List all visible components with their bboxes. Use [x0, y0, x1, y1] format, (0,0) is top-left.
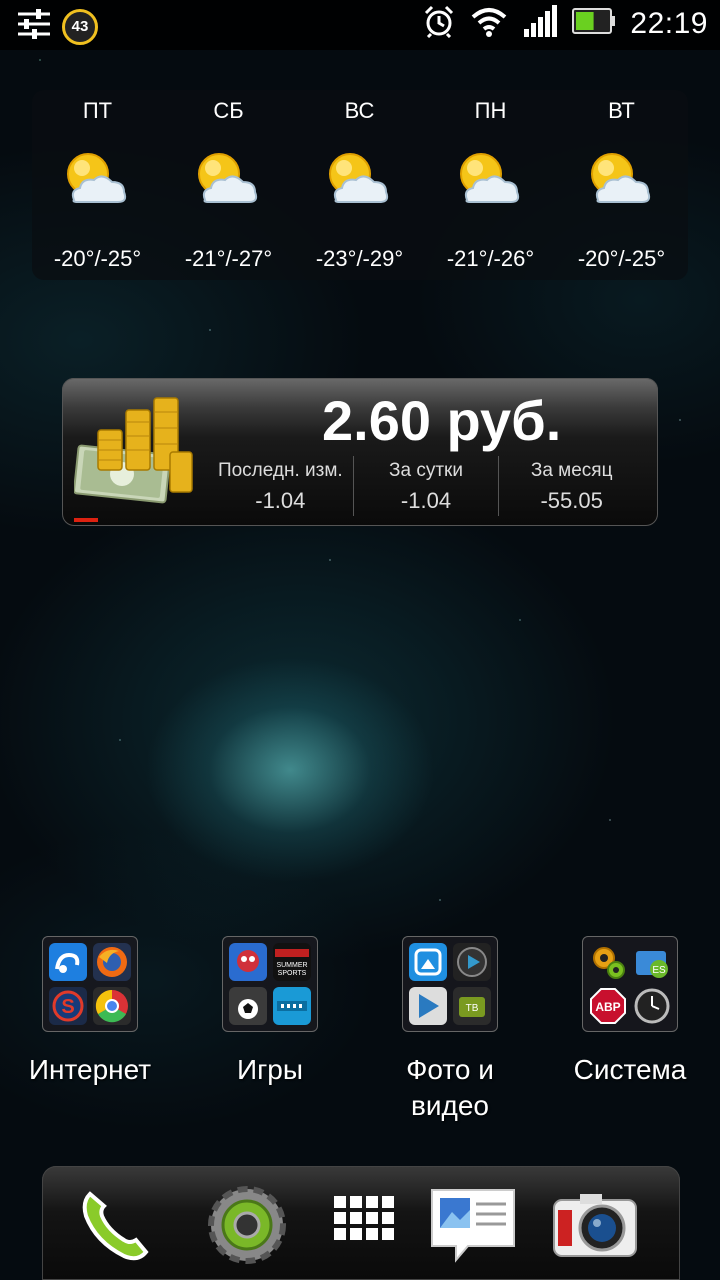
phone-icon[interactable] — [72, 1180, 162, 1270]
game-100-icon — [273, 987, 311, 1025]
weather-day-temp: -23°/-29° — [315, 246, 404, 271]
dock — [42, 1166, 680, 1280]
folder-label-photo-line1: Фото и — [406, 1054, 494, 1085]
svg-text:ABP: ABP — [595, 1000, 620, 1014]
chrome-icon — [93, 987, 131, 1025]
last-change-label: Последн. изм. — [217, 460, 343, 481]
svg-text:SPORTS: SPORTS — [278, 970, 307, 977]
messages-icon[interactable] — [428, 1180, 518, 1270]
weather-day-temp: -21°/-27° — [184, 246, 273, 271]
weather-day-name: ПН — [474, 98, 507, 123]
weather-day-temp: -21°/-26° — [446, 246, 535, 271]
folder-internet[interactable]: S — [42, 936, 138, 1032]
svg-text:ES: ES — [652, 965, 666, 976]
svg-text:SUMMER: SUMMER — [276, 962, 307, 969]
currency-widget[interactable]: 2.60 руб. Последн. изм. -1.04 За сутки -… — [62, 378, 658, 526]
partly-cloudy-icon — [457, 150, 523, 215]
month-change-value: -55.05 — [540, 488, 603, 513]
partly-cloudy-icon — [588, 150, 654, 215]
play-movies-icon — [409, 987, 447, 1025]
skyfire-icon: S — [49, 987, 87, 1025]
folder-label-system: Система — [573, 1054, 687, 1085]
settings-gears-icon — [589, 943, 627, 981]
day-change-column: За сутки -1.04 — [352, 456, 499, 516]
folder-system[interactable]: ES ABP — [582, 936, 678, 1032]
wifi-icon — [470, 5, 508, 42]
weather-day-name: ПТ — [82, 98, 113, 123]
camera-icon[interactable] — [550, 1180, 640, 1270]
soccer-icon — [229, 987, 267, 1025]
day-change-value: -1.04 — [400, 488, 452, 513]
tv-icon: TB — [453, 987, 491, 1025]
clock-icon — [633, 987, 671, 1025]
video-player-icon — [453, 943, 491, 981]
currency-price: 2.60 руб. — [322, 389, 562, 452]
folder-games[interactable]: SUMMER SPORTS — [222, 936, 318, 1032]
notification-badge[interactable]: 43 — [62, 8, 98, 45]
month-change-column: За месяц -55.05 — [498, 456, 644, 516]
folder-label-games: Игры — [236, 1054, 304, 1085]
money-coins-icon — [73, 392, 194, 517]
settings-icon[interactable] — [202, 1180, 292, 1270]
status-indicator — [74, 518, 98, 522]
adblock-plus-icon: ABP — [589, 987, 627, 1025]
partly-cloudy-icon — [64, 150, 130, 215]
svg-text:S: S — [61, 996, 74, 1018]
folder-label-photo-video: Фото и видео — [360, 1052, 540, 1124]
weather-day-name: СБ — [213, 98, 244, 123]
quickpic-icon — [409, 943, 447, 981]
folder-photo-video[interactable]: TB — [402, 936, 498, 1032]
day-change-label: За сутки — [389, 460, 463, 481]
weather-day-name: ВС — [344, 98, 375, 123]
weather-day-name: ВТ — [608, 98, 635, 123]
last-change-column: Последн. изм. -1.04 — [208, 456, 353, 516]
folder-label-photo-line2: видео — [411, 1090, 489, 1121]
folder-label-internet: Интернет — [28, 1054, 152, 1085]
weather-day-temp: -20°/-25° — [577, 246, 666, 271]
svg-text:TB: TB — [466, 1003, 479, 1014]
battery-icon — [572, 8, 616, 39]
month-change-label: За месяц — [530, 460, 613, 481]
weather-day-temp: -20°/-25° — [53, 246, 142, 271]
summer-sports-icon: SUMMER SPORTS — [273, 943, 311, 981]
last-change-value: -1.04 — [255, 488, 306, 513]
alarm-icon — [422, 4, 456, 43]
game-icon — [229, 943, 267, 981]
partly-cloudy-icon — [195, 150, 261, 215]
partly-cloudy-icon — [326, 150, 392, 215]
status-bar: 43 22:19 — [0, 0, 720, 50]
weather-widget[interactable]: ПТ -20°/-25° СБ -21°/-27° ВС -23°/-29° ПН -21°/… — [32, 90, 688, 280]
settings-sliders-icon[interactable] — [16, 6, 52, 47]
es-file-explorer-icon: ES — [633, 943, 671, 981]
status-clock: 22:19 — [630, 6, 708, 40]
uc-browser-icon — [49, 943, 87, 981]
firefox-icon — [93, 943, 131, 981]
app-drawer-icon[interactable] — [318, 1180, 408, 1270]
signal-icon — [522, 5, 558, 42]
